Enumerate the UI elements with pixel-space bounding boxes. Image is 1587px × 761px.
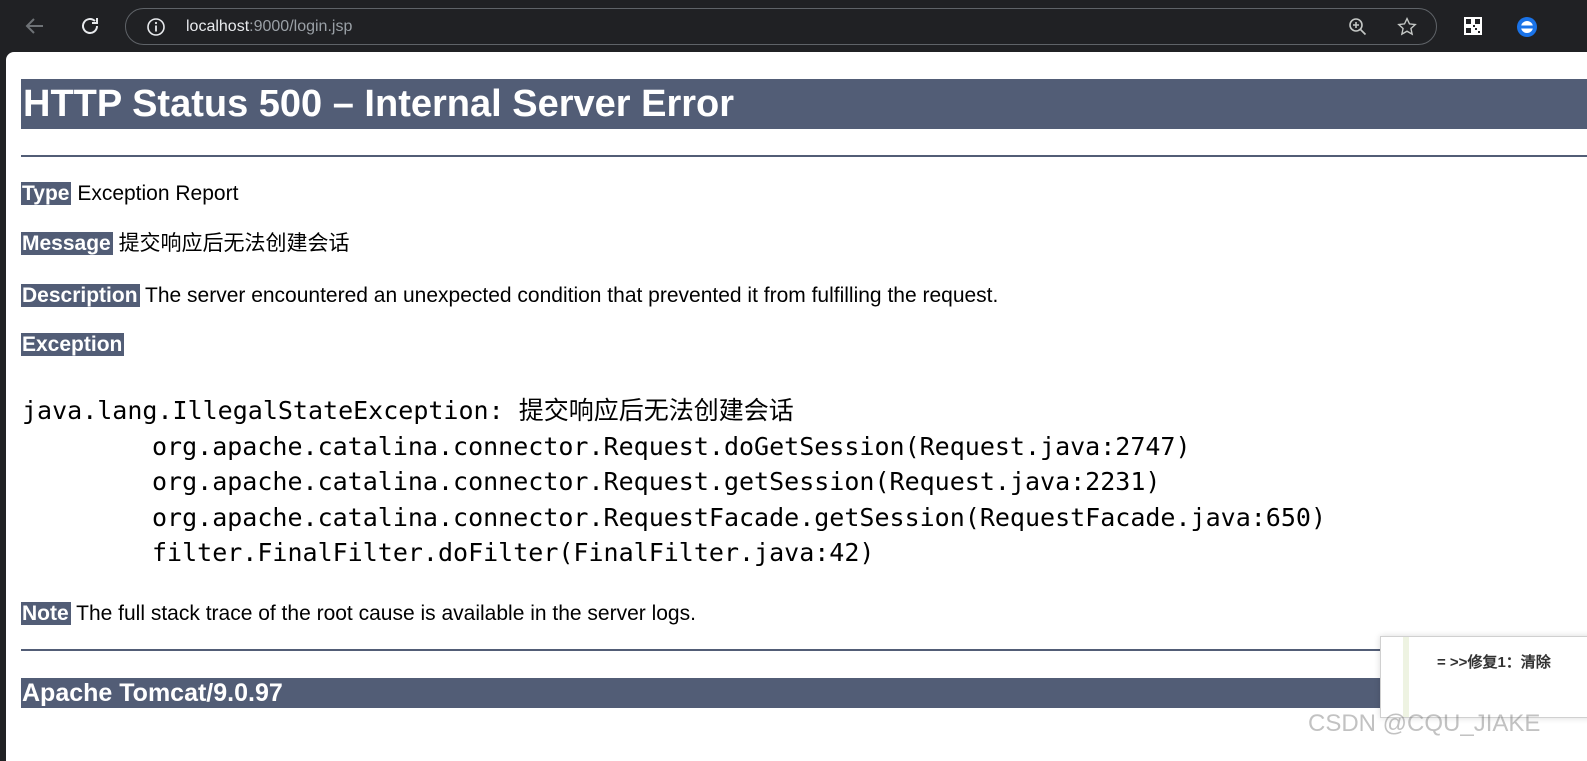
reload-button[interactable] (75, 11, 105, 41)
footer-divider (21, 649, 1587, 651)
url-path: :9000/login.jsp (249, 18, 353, 35)
popup-accent-bar (1403, 637, 1409, 717)
qr-code-icon[interactable] (1463, 16, 1483, 36)
exception-header: java.lang.IllegalStateException: 提交响应后无法… (22, 396, 794, 425)
message-label: Message (21, 232, 113, 255)
popup-text: = >>修复1：清除 (1437, 654, 1551, 671)
url-host: localhost (186, 18, 250, 35)
url-text[interactable]: localhost:9000/login.jsp (186, 18, 352, 36)
message-row: Message 提交响应后无法创建会话 (21, 231, 350, 257)
reload-icon (82, 18, 98, 34)
note-label: Note (21, 602, 71, 625)
back-arrow-icon (25, 18, 43, 34)
address-bar[interactable]: localhost:9000/login.jsp (125, 8, 1437, 45)
server-footer: Apache Tomcat/9.0.97 (21, 678, 1587, 708)
type-label: Type (21, 182, 72, 205)
stack-trace: java.lang.IllegalStateException: 提交响应后无法… (22, 393, 1326, 571)
stack-frame: org.apache.catalina.connector.Request.ge… (152, 467, 1161, 496)
zoom-icon[interactable] (1348, 17, 1368, 37)
description-value: The server encountered an unexpected con… (145, 284, 999, 307)
exception-label: Exception (21, 333, 125, 356)
message-value: 提交响应后无法创建会话 (118, 232, 350, 255)
stack-frame: org.apache.catalina.connector.RequestFac… (152, 502, 1326, 532)
floating-popup[interactable]: = >>修复1：清除 (1380, 636, 1587, 718)
description-label: Description (21, 284, 140, 307)
description-row: Description The server encountered an un… (21, 283, 998, 309)
header-divider (21, 155, 1587, 157)
type-row: Type Exception Report (21, 181, 238, 207)
star-icon[interactable] (1396, 16, 1418, 38)
note-value: The full stack trace of the root cause i… (76, 602, 696, 625)
type-value: Exception Report (77, 182, 239, 205)
back-button[interactable] (20, 11, 50, 41)
watermark: CSDN @CQU_JIAKE (1308, 710, 1541, 737)
extension-icon[interactable] (1516, 16, 1538, 38)
stack-frame: filter.FinalFilter.doFilter(FinalFilter.… (152, 538, 875, 567)
page-content: HTTP Status 500 – Internal Server Error … (6, 52, 1587, 761)
page-title: HTTP Status 500 – Internal Server Error (21, 79, 1587, 129)
exception-row: Exception (21, 332, 125, 358)
info-icon[interactable] (146, 17, 166, 37)
note-row: Note The full stack trace of the root ca… (21, 601, 696, 627)
stack-frame: org.apache.catalina.connector.Request.do… (152, 431, 1191, 461)
browser-toolbar: localhost:9000/login.jsp (0, 0, 1587, 52)
